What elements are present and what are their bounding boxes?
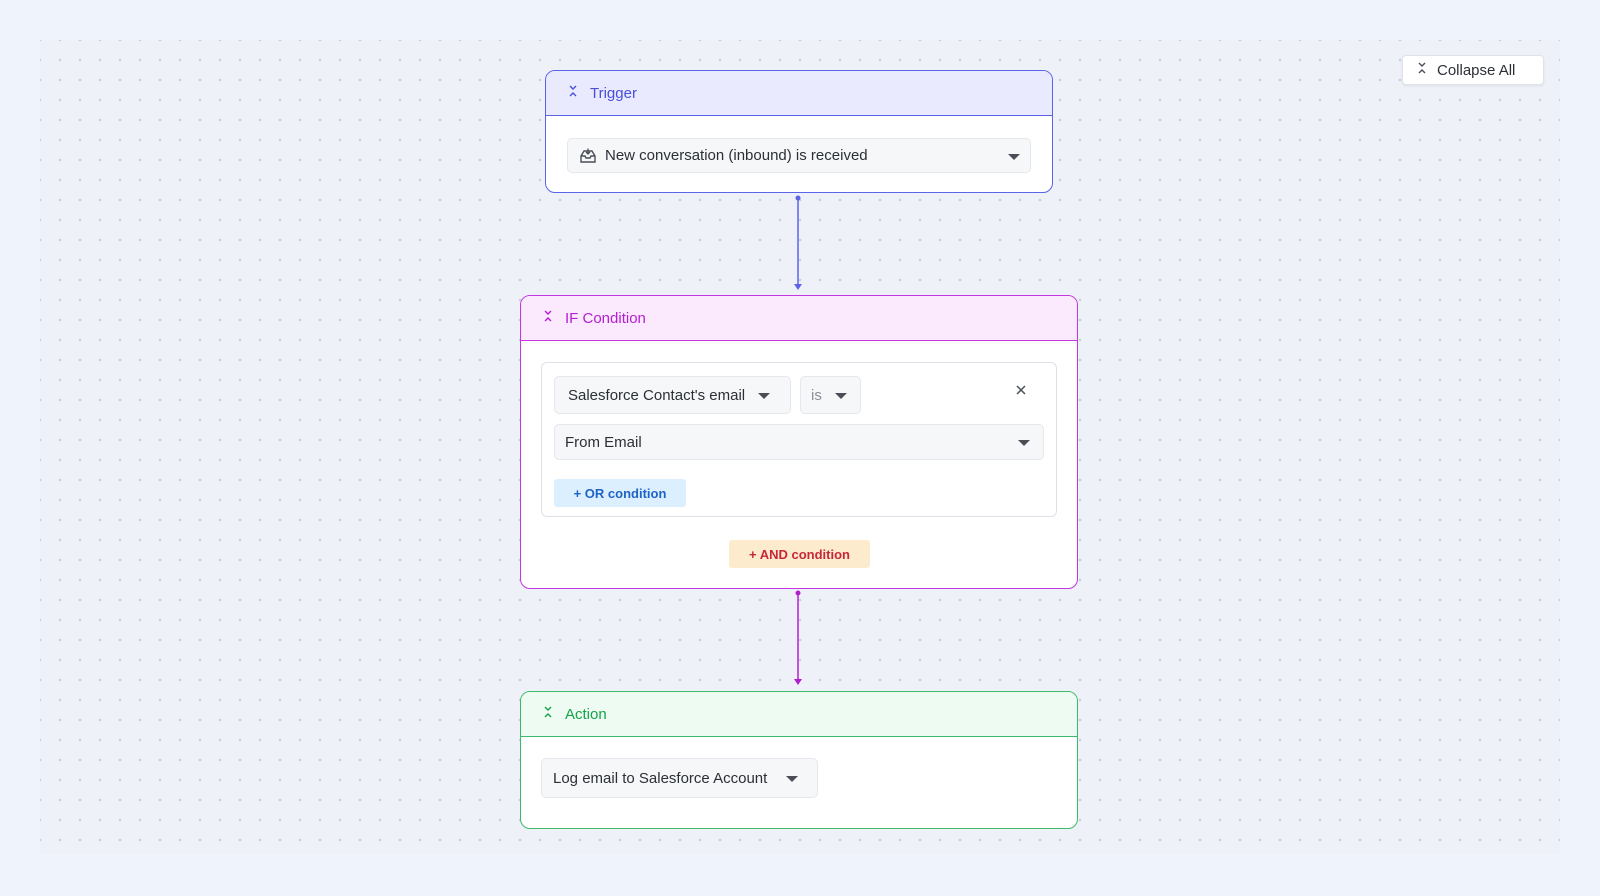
trigger-header[interactable]: Trigger	[546, 71, 1052, 116]
condition-operator-select[interactable]: is	[800, 376, 861, 414]
add-and-condition-button[interactable]: + AND condition	[729, 540, 870, 568]
condition-operator-value: is	[811, 386, 822, 404]
action-header[interactable]: Action	[521, 692, 1077, 737]
condition-card: IF Condition Salesforce Contact's email …	[520, 295, 1078, 589]
connector-condition-action	[794, 590, 802, 685]
condition-field-value: Salesforce Contact's email	[568, 386, 746, 404]
condition-title: IF Condition	[565, 309, 646, 327]
collapse-icon[interactable]	[568, 84, 578, 102]
action-title: Action	[565, 705, 607, 723]
condition-value-select[interactable]: From Email	[554, 424, 1044, 460]
condition-field-select[interactable]: Salesforce Contact's email	[554, 376, 791, 414]
collapse-all-label: Collapse All	[1437, 61, 1516, 79]
action-select[interactable]: Log email to Salesforce Account	[541, 758, 818, 798]
collapse-icon	[1417, 61, 1427, 79]
trigger-card: Trigger New conversation (inbound) is re…	[545, 70, 1053, 193]
inbox-icon	[579, 147, 597, 169]
action-value: Log email to Salesforce Account	[553, 769, 768, 787]
chevron-down-icon	[1008, 154, 1020, 160]
connector-trigger-condition	[794, 195, 802, 290]
trigger-event-value: New conversation (inbound) is received	[605, 147, 868, 164]
condition-value-text: From Email	[565, 433, 642, 451]
trigger-event-select[interactable]: New conversation (inbound) is received	[567, 138, 1031, 173]
collapse-icon[interactable]	[543, 705, 553, 723]
remove-condition-button[interactable]	[1011, 381, 1031, 401]
chevron-down-icon	[835, 393, 847, 399]
add-or-condition-button[interactable]: + OR condition	[554, 479, 686, 507]
chevron-down-icon	[758, 393, 770, 399]
collapse-icon[interactable]	[543, 309, 553, 327]
trigger-title: Trigger	[590, 84, 637, 102]
action-card: Action Log email to Salesforce Account	[520, 691, 1078, 829]
collapse-all-button[interactable]: Collapse All	[1402, 55, 1544, 85]
condition-header[interactable]: IF Condition	[521, 296, 1077, 341]
chevron-down-icon	[786, 776, 798, 782]
close-icon	[1016, 382, 1026, 400]
condition-group: Salesforce Contact's email is From Email…	[541, 362, 1057, 517]
chevron-down-icon	[1018, 440, 1030, 446]
